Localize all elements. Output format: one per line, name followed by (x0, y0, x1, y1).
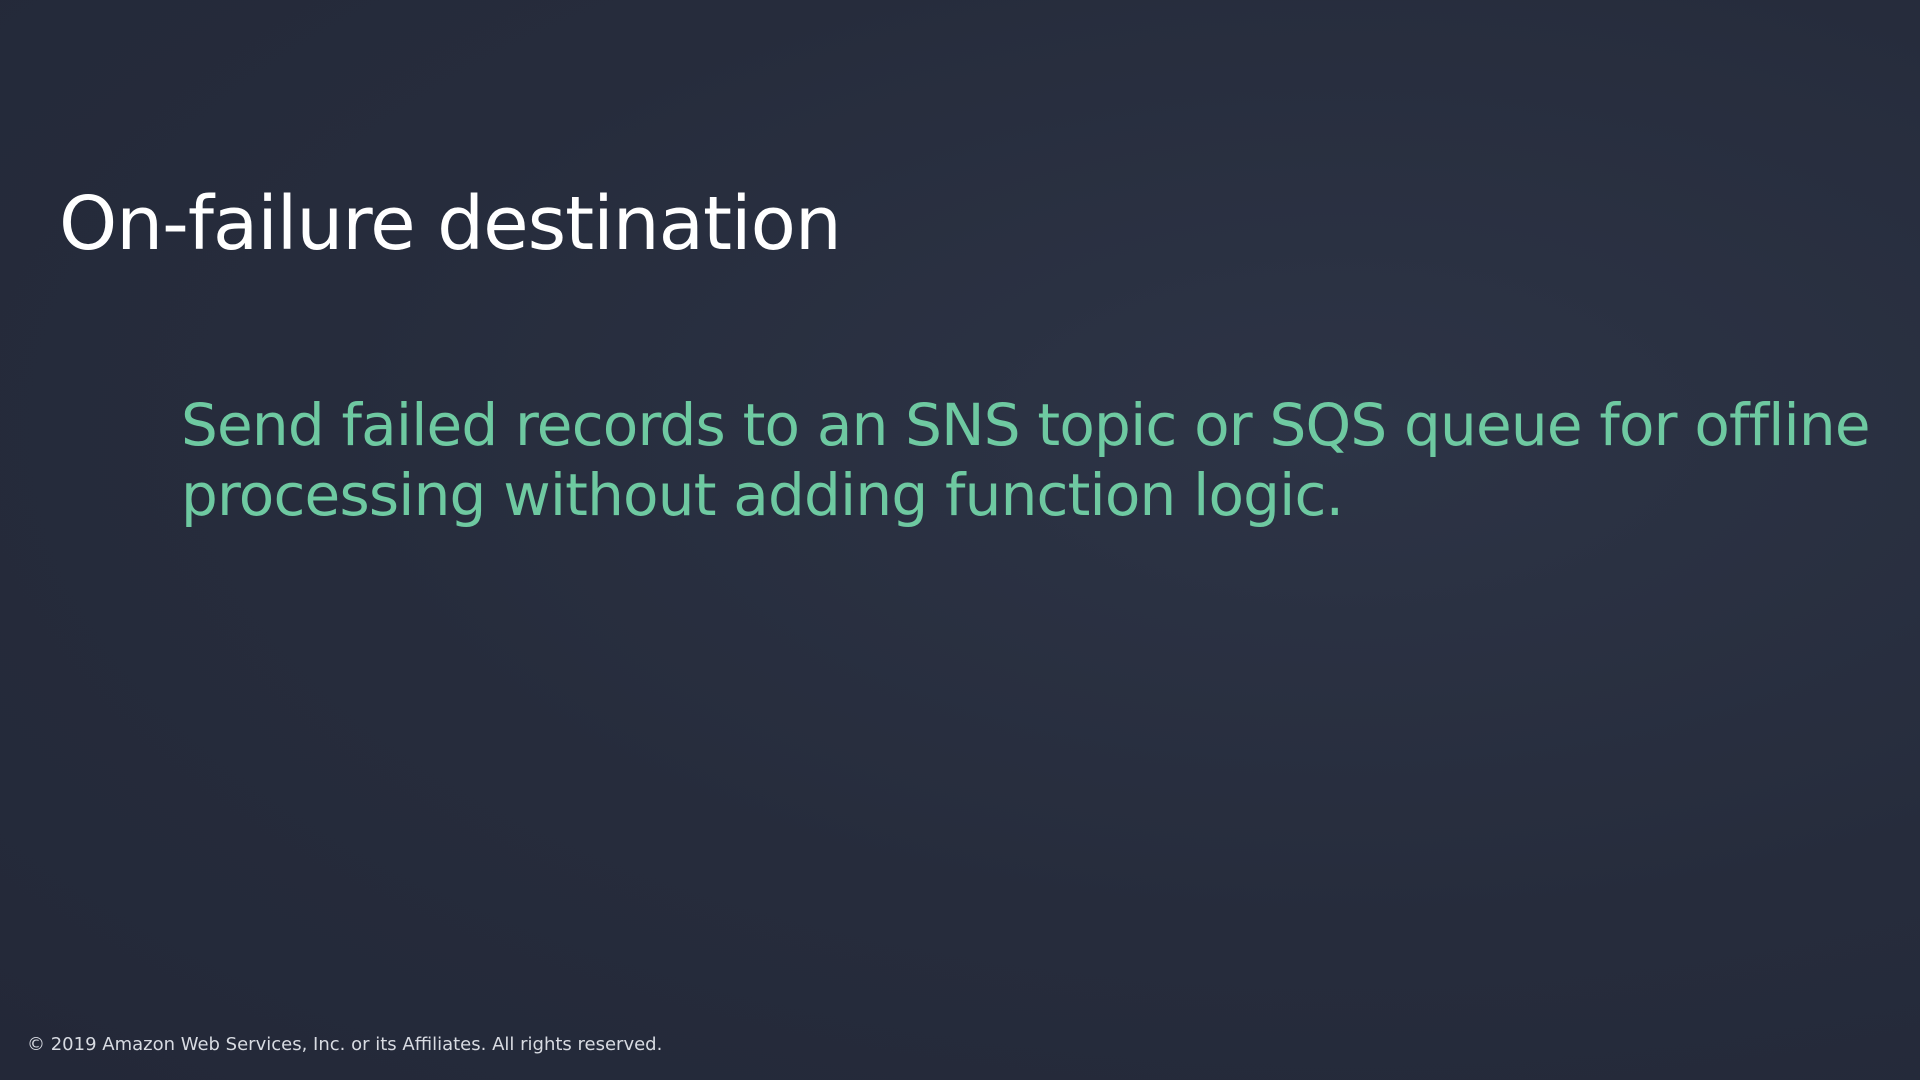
slide-body-text: Send failed records to an SNS topic or S… (181, 391, 1871, 529)
presentation-slide: On-failure destination Send failed recor… (0, 0, 1920, 1080)
footer-copyright: © 2019 Amazon Web Services, Inc. or its … (27, 1034, 663, 1055)
slide-title: On-failure destination (59, 181, 842, 267)
